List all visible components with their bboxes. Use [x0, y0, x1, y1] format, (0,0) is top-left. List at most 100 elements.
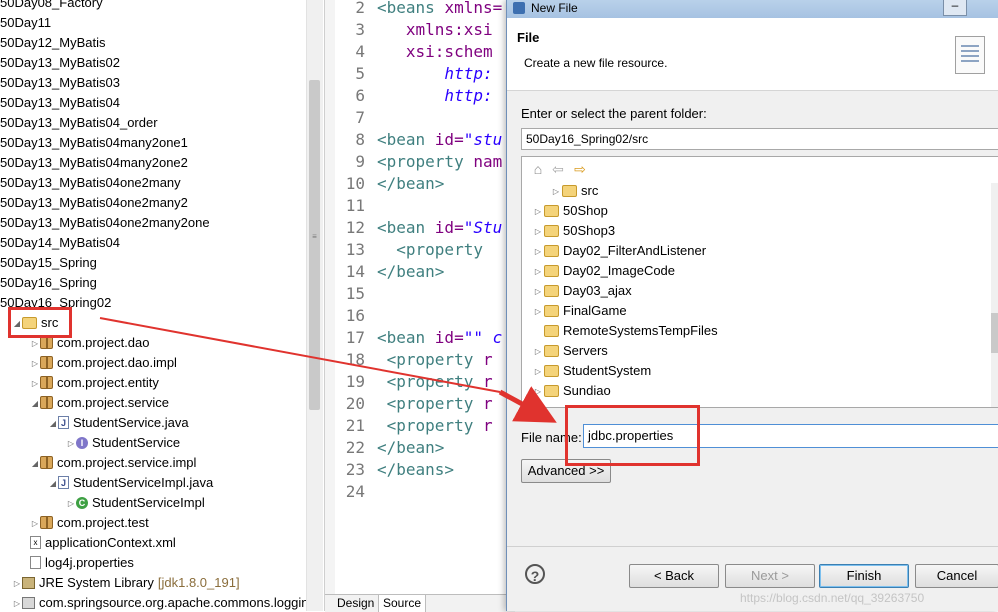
class-icon: C — [76, 496, 88, 509]
project-item[interactable]: 50Day13_MyBatis04_order — [0, 113, 158, 133]
collapsed-arrow-icon[interactable]: ▷ — [66, 494, 76, 514]
tree-item[interactable]: ▷ C StudentServiceImpl — [66, 493, 205, 513]
code-token: http: — [377, 86, 493, 105]
collapsed-arrow-icon[interactable]: ▷ — [30, 514, 40, 534]
tree-item-label: 50Day13_MyBatis04 — [0, 95, 120, 110]
tree-item-label: applicationContext.xml — [45, 535, 176, 550]
tree-item[interactable]: ▷ JRE System Library [jdk1.8.0_191] — [12, 573, 240, 593]
folder-tree-item[interactable]: ▷ FinalGame — [532, 301, 627, 321]
tab-source[interactable]: Source — [379, 595, 427, 612]
code-token: id= — [434, 328, 464, 347]
back-arrow-icon[interactable]: ⇦ — [550, 161, 566, 177]
folder-tree-item[interactable]: ▷ Servers — [532, 341, 608, 361]
project-item[interactable]: 50Day13_MyBatis04many2one2 — [0, 153, 188, 173]
project-item[interactable]: 50Day13_MyBatis04one2many2 — [0, 193, 188, 213]
line-number: 6 — [355, 86, 365, 105]
folder-tree-item[interactable]: ▷ Day02_FilterAndListener — [532, 241, 706, 261]
help-icon[interactable]: ? — [525, 564, 545, 584]
collapsed-arrow-icon[interactable]: ▷ — [550, 182, 562, 202]
dialog-title-bar[interactable]: New File – — [507, 0, 998, 18]
collapsed-arrow-icon[interactable]: ▷ — [12, 574, 22, 594]
tree-item[interactable]: ◢ com.project.service.impl — [30, 453, 197, 474]
folder-tree-item[interactable]: RemoteSystemsTempFiles — [532, 321, 718, 341]
folder-tree-item[interactable]: ▷ StudentSystem — [532, 361, 651, 381]
folder-tree-item[interactable]: ▷ 50Shop3 — [532, 221, 615, 241]
collapsed-arrow-icon[interactable]: ▷ — [30, 374, 40, 394]
tree-item[interactable]: ▷ com.project.test — [30, 513, 149, 533]
header-description: Create a new file resource. — [524, 56, 668, 70]
collapsed-arrow-icon[interactable]: ▷ — [532, 382, 544, 402]
project-item[interactable]: 50Day13_MyBatis04one2many2one — [0, 213, 210, 233]
folder-tree-item[interactable]: ▷ Day02_ImageCode — [532, 261, 675, 281]
tree-item[interactable]: ▷ I StudentService — [66, 433, 180, 453]
expanded-arrow-icon[interactable]: ◢ — [48, 474, 58, 494]
collapsed-arrow-icon[interactable]: ▷ — [532, 362, 544, 382]
expanded-arrow-icon[interactable]: ◢ — [30, 394, 40, 414]
tree-item[interactable]: ◢ StudentServiceImpl.java — [48, 473, 213, 493]
collapsed-arrow-icon[interactable]: ▷ — [30, 354, 40, 374]
code-line: http: — [377, 85, 493, 107]
project-item[interactable]: 50Day14_MyBatis04 — [0, 233, 120, 253]
collapsed-arrow-icon[interactable]: ▷ — [532, 342, 544, 362]
cancel-button[interactable]: Cancel — [915, 564, 998, 588]
tree-item-label: com.springsource.org.apache.commons.logg… — [39, 595, 309, 610]
folder-tree-scrollbar[interactable] — [991, 183, 998, 407]
collapsed-arrow-icon[interactable]: ▷ — [532, 242, 544, 262]
collapsed-arrow-icon[interactable]: ▷ — [532, 282, 544, 302]
folder-tree-item[interactable]: ▷ 50Shop — [532, 201, 608, 221]
tree-item[interactable]: ◢ StudentService.java — [48, 413, 189, 433]
forward-arrow-icon[interactable]: ⇨ — [572, 161, 588, 177]
project-item[interactable]: 50Day13_MyBatis02 — [0, 53, 120, 73]
project-item[interactable]: 50Day12_MyBatis — [0, 33, 106, 53]
code-token: <bean — [377, 218, 435, 237]
tree-item[interactable]: ▷ com.project.dao.impl — [30, 353, 177, 373]
code-line: </bean> — [377, 261, 444, 283]
project-item[interactable]: 50Day13_MyBatis03 — [0, 73, 120, 93]
package-icon — [40, 396, 53, 410]
tree-item-label: 50Day13_MyBatis02 — [0, 55, 120, 70]
tree-item[interactable]: ▷ com.springsource.org.apache.commons.log… — [12, 593, 309, 611]
project-item[interactable]: 50Day13_MyBatis04 — [0, 93, 120, 113]
collapsed-arrow-icon[interactable]: ▷ — [532, 302, 544, 322]
folder-tree-scroll-thumb[interactable] — [991, 313, 998, 353]
collapsed-arrow-icon[interactable]: ▷ — [532, 262, 544, 282]
tree-item[interactable]: ▷ com.project.entity — [30, 373, 159, 393]
tree-item[interactable]: x applicationContext.xml — [30, 533, 176, 553]
finish-button[interactable]: Finish — [819, 564, 909, 588]
parent-folder-input[interactable]: 50Day16_Spring02/src — [521, 128, 998, 150]
project-item[interactable]: 50Day16_Spring — [0, 273, 97, 293]
folder-tree-item[interactable]: ▷ Day03_ajax — [532, 281, 632, 301]
folder-tree-item-label: 50Shop3 — [563, 223, 616, 238]
folder-tree-item[interactable]: ▷ src — [550, 181, 598, 201]
home-icon[interactable]: ⌂ — [530, 161, 546, 177]
expanded-arrow-icon[interactable]: ◢ — [48, 414, 58, 434]
src-highlight-box — [8, 307, 72, 338]
folder-tree-item[interactable]: ▷ Sundiao — [532, 381, 611, 401]
tree-item[interactable]: log4j.properties — [30, 553, 134, 573]
folder-tree[interactable]: ⌂ ⇦ ⇨ ▷ src ▷ 50Shop ▷ 50Shop3 ▷ Day02_FilterAn… — [521, 156, 998, 408]
tree-item-label: 50Day13_MyBatis04many2one1 — [0, 135, 188, 150]
collapsed-arrow-icon[interactable]: ▷ — [12, 594, 22, 611]
explorer-scroll-thumb[interactable] — [309, 80, 320, 410]
code-line: <property nam — [377, 151, 502, 173]
minimize-button[interactable]: – — [943, 0, 967, 16]
xml-editor[interactable]: 2 3 4 5 6 7 8 9 10 11 12 13 14 15 16 17 18 19 20 21 22 23 24 <… — [324, 0, 515, 612]
expanded-arrow-icon[interactable]: ◢ — [30, 454, 40, 474]
tab-design[interactable]: Design — [333, 595, 380, 612]
project-item[interactable]: 50Day11 — [0, 13, 51, 33]
project-item[interactable]: 50Day15_Spring — [0, 253, 97, 273]
project-item[interactable]: 50Day08_Factory — [0, 0, 103, 13]
back-button[interactable]: < Back — [629, 564, 719, 588]
project-item[interactable]: 50Day13_MyBatis04many2one1 — [0, 133, 188, 153]
line-number: 13 — [345, 240, 365, 259]
collapsed-arrow-icon[interactable]: ▷ — [532, 202, 544, 222]
watermark: https://blog.csdn.net/qq_39263750 — [740, 591, 925, 605]
next-button[interactable]: Next > — [725, 564, 815, 588]
explorer-scrollbar[interactable]: ≡ — [306, 0, 323, 611]
collapsed-arrow-icon[interactable]: ▷ — [532, 222, 544, 242]
code-token: r — [482, 350, 493, 369]
line-number: 19 — [345, 372, 365, 391]
tree-item[interactable]: ◢ com.project.service — [30, 393, 169, 413]
collapsed-arrow-icon[interactable]: ▷ — [66, 434, 76, 454]
project-item[interactable]: 50Day13_MyBatis04one2many — [0, 173, 181, 193]
